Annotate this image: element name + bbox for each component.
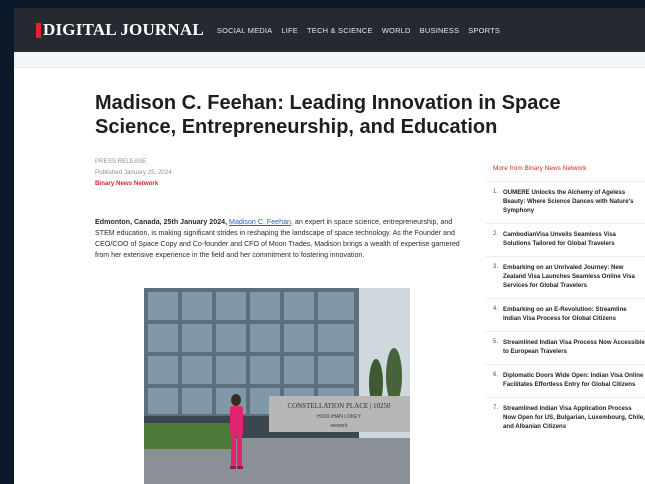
- sub-header-bar: [14, 52, 645, 68]
- site-logo[interactable]: DIGITAL JOURNAL: [36, 20, 204, 40]
- item-number: 6.: [493, 372, 499, 378]
- item-number: 7.: [493, 405, 499, 411]
- sidebar-heading: More from Binary News Network: [493, 165, 587, 172]
- nav-social-media[interactable]: SOCIAL MEDIA: [217, 26, 272, 35]
- item-number: 3.: [493, 264, 499, 270]
- logo-red-mark: [36, 22, 41, 38]
- item-headline: Embarking on an E-Revolution: Streamline…: [503, 306, 627, 322]
- related-news-item[interactable]: 5. Streamlined Indian Visa Process Now A…: [485, 331, 645, 364]
- publish-date: Published January 25, 2024: [95, 169, 172, 176]
- related-news-item[interactable]: 1. OUMERE Unlocks the Alchemy of Ageless…: [485, 181, 645, 223]
- photo-illustration: CONSTELLATION PLACE | 10250 HOULIHAN LOK…: [144, 288, 410, 484]
- sign-text-3: wework: [331, 423, 348, 429]
- related-news-list: 1. OUMERE Unlocks the Alchemy of Ageless…: [485, 181, 645, 439]
- related-news-item[interactable]: 6. Diplomatic Doors Wide Open: Indian Vi…: [485, 364, 645, 397]
- item-headline: Streamlined Indian Visa Application Proc…: [503, 405, 645, 430]
- article-photo: CONSTELLATION PLACE | 10250 HOULIHAN LOK…: [144, 288, 410, 484]
- item-headline: Streamlined Indian Visa Process Now Acce…: [503, 339, 645, 355]
- nav-life[interactable]: LIFE: [281, 26, 298, 35]
- related-news-item[interactable]: 7. Streamlined Indian Visa Application P…: [485, 397, 645, 439]
- author-link[interactable]: Binary News Network: [95, 178, 172, 189]
- nav-business[interactable]: BUSINESS: [420, 26, 460, 35]
- item-number: 4.: [493, 306, 499, 312]
- nav-sports[interactable]: SPORTS: [468, 26, 500, 35]
- sign-text-1: CONSTELLATION PLACE | 10250: [287, 402, 391, 410]
- item-headline: OUMERE Unlocks the Alchemy of Ageless Be…: [503, 189, 634, 214]
- item-number: 5.: [493, 339, 499, 345]
- top-navigation: DIGITAL JOURNAL SOCIAL MEDIA LIFE TECH &…: [14, 8, 645, 52]
- item-number: 1.: [493, 189, 499, 195]
- lead-dateline: Edmonton, Canada, 25th January 2024,: [95, 218, 228, 226]
- tree-2: [386, 348, 402, 404]
- article-type-label: PRESS RELEASE: [95, 158, 147, 165]
- nav-menu: SOCIAL MEDIA LIFE TECH & SCIENCE WORLD B…: [217, 26, 509, 35]
- article-title: Madison C. Feehan: Leading Innovation in…: [95, 92, 561, 138]
- item-headline: Diplomatic Doors Wide Open: Indian Visa …: [503, 372, 644, 388]
- related-news-item[interactable]: 4. Embarking on an E-Revolution: Streaml…: [485, 298, 645, 331]
- item-headline: Embarking on an Unrivaled Journey: New Z…: [503, 264, 635, 289]
- logo-text: DIGITAL JOURNAL: [43, 20, 204, 39]
- nav-tech-science[interactable]: TECH & SCIENCE: [307, 26, 373, 35]
- related-news-sidebar: More from Binary News Network 1. OUMERE …: [485, 165, 645, 439]
- article-lead-paragraph: Edmonton, Canada, 25th January 2024, Mad…: [95, 217, 460, 261]
- browser-page: DIGITAL JOURNAL SOCIAL MEDIA LIFE TECH &…: [14, 8, 645, 484]
- related-news-item[interactable]: 3. Embarking on an Unrivaled Journey: Ne…: [485, 256, 645, 298]
- sign-text-2: HOULIHAN LOKEY: [317, 414, 362, 420]
- item-number: 2.: [493, 231, 499, 237]
- nav-world[interactable]: WORLD: [382, 26, 411, 35]
- related-news-item[interactable]: 2. CambodianVisa Unveils Seamless Visa S…: [485, 223, 645, 256]
- planter-greenery: [144, 423, 234, 449]
- person-link[interactable]: Madison C. Feehan: [229, 218, 291, 226]
- item-headline: CambodianVisa Unveils Seamless Visa Solu…: [503, 231, 616, 247]
- article-meta: PRESS RELEASE Published January 25, 2024…: [95, 156, 172, 189]
